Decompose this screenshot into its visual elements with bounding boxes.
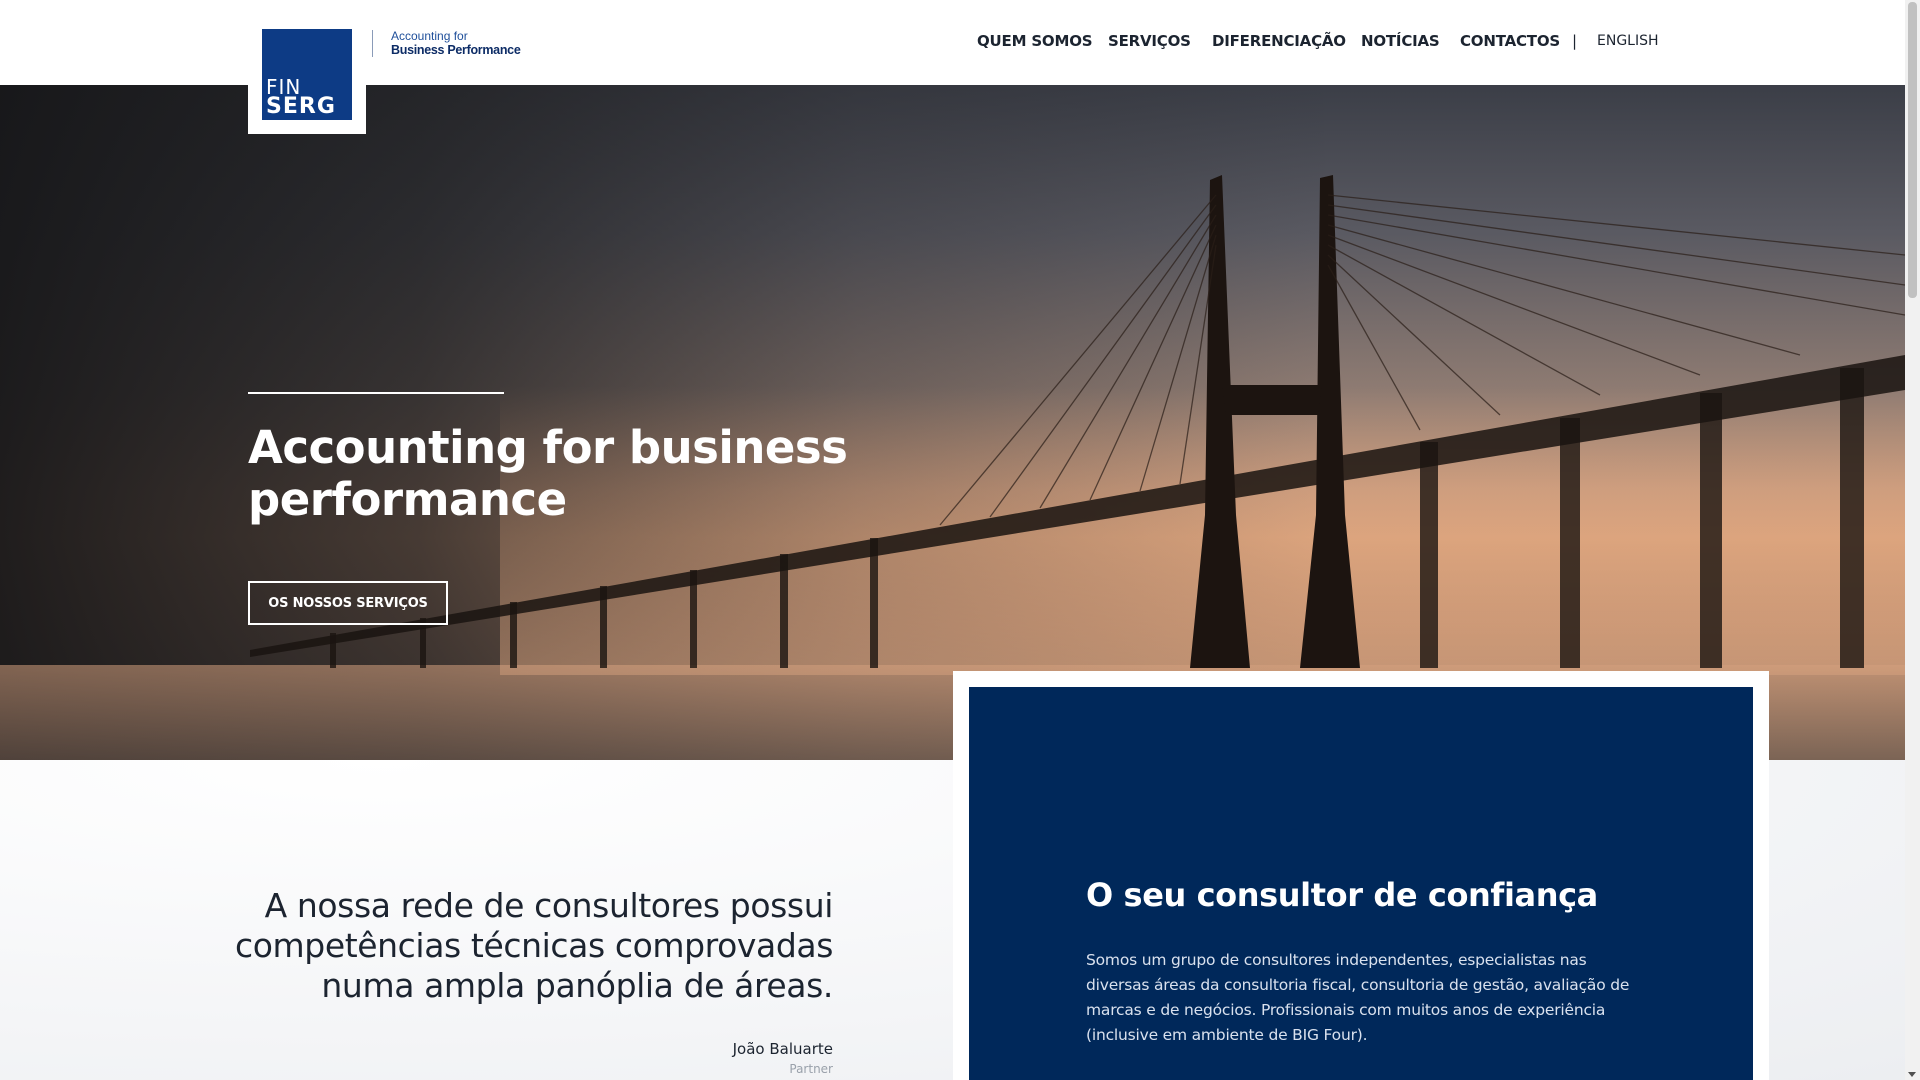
nav-item-contactos[interactable]: CONTACTOS [1460,32,1560,50]
hero-banner: Accounting for business performance OS N… [0,85,1905,760]
scroll-down-arrow-icon[interactable] [1908,1072,1916,1077]
quote-author: João Baluarte [732,1040,833,1058]
quote-text: A nossa rede de consultores possui compe… [235,886,833,1005]
scrollbar-thumb[interactable] [1908,2,1917,298]
nav-item-noticias[interactable]: NOTÍCIAS [1361,32,1440,50]
brand-tagline: Accounting for Business Performance [391,29,521,57]
language-switch[interactable]: ENGLISH [1597,33,1659,49]
nav-item-diferenciacao[interactable]: DIFERENCIAÇÃO [1212,32,1346,50]
tagline-line2: Business Performance [391,43,521,57]
card-panel: O seu consultor de confiança Somos um gr… [969,687,1753,1080]
page-scrollbar[interactable] [1905,0,1920,1080]
hero-rule [248,392,504,394]
logo-text-serg: SERG [266,94,336,119]
tagline-line1: Accounting for [391,29,468,43]
card-body: Somos um grupo de consultores independen… [1086,951,1630,1044]
trusted-advisor-card: O seu consultor de confiança Somos um gr… [953,671,1769,1080]
site-header: FIN SERG Accounting for Business Perform… [0,0,1905,134]
card-title: O seu consultor de confiança [1086,876,1598,914]
logo[interactable]: FIN SERG [248,0,366,134]
logo-mark: FIN SERG [262,29,352,120]
nav-item-quem-somos[interactable]: QUEM SOMOS [977,32,1093,50]
nav-item-servicos[interactable]: SERVIÇOS [1108,32,1191,50]
services-button[interactable]: OS NOSSOS SERVIÇOS [248,581,448,625]
logo-divider [372,30,373,57]
hero-title: Accounting for business performance [248,421,848,526]
quote-role: Partner [789,1062,833,1076]
nav-separator: | [1572,32,1578,50]
